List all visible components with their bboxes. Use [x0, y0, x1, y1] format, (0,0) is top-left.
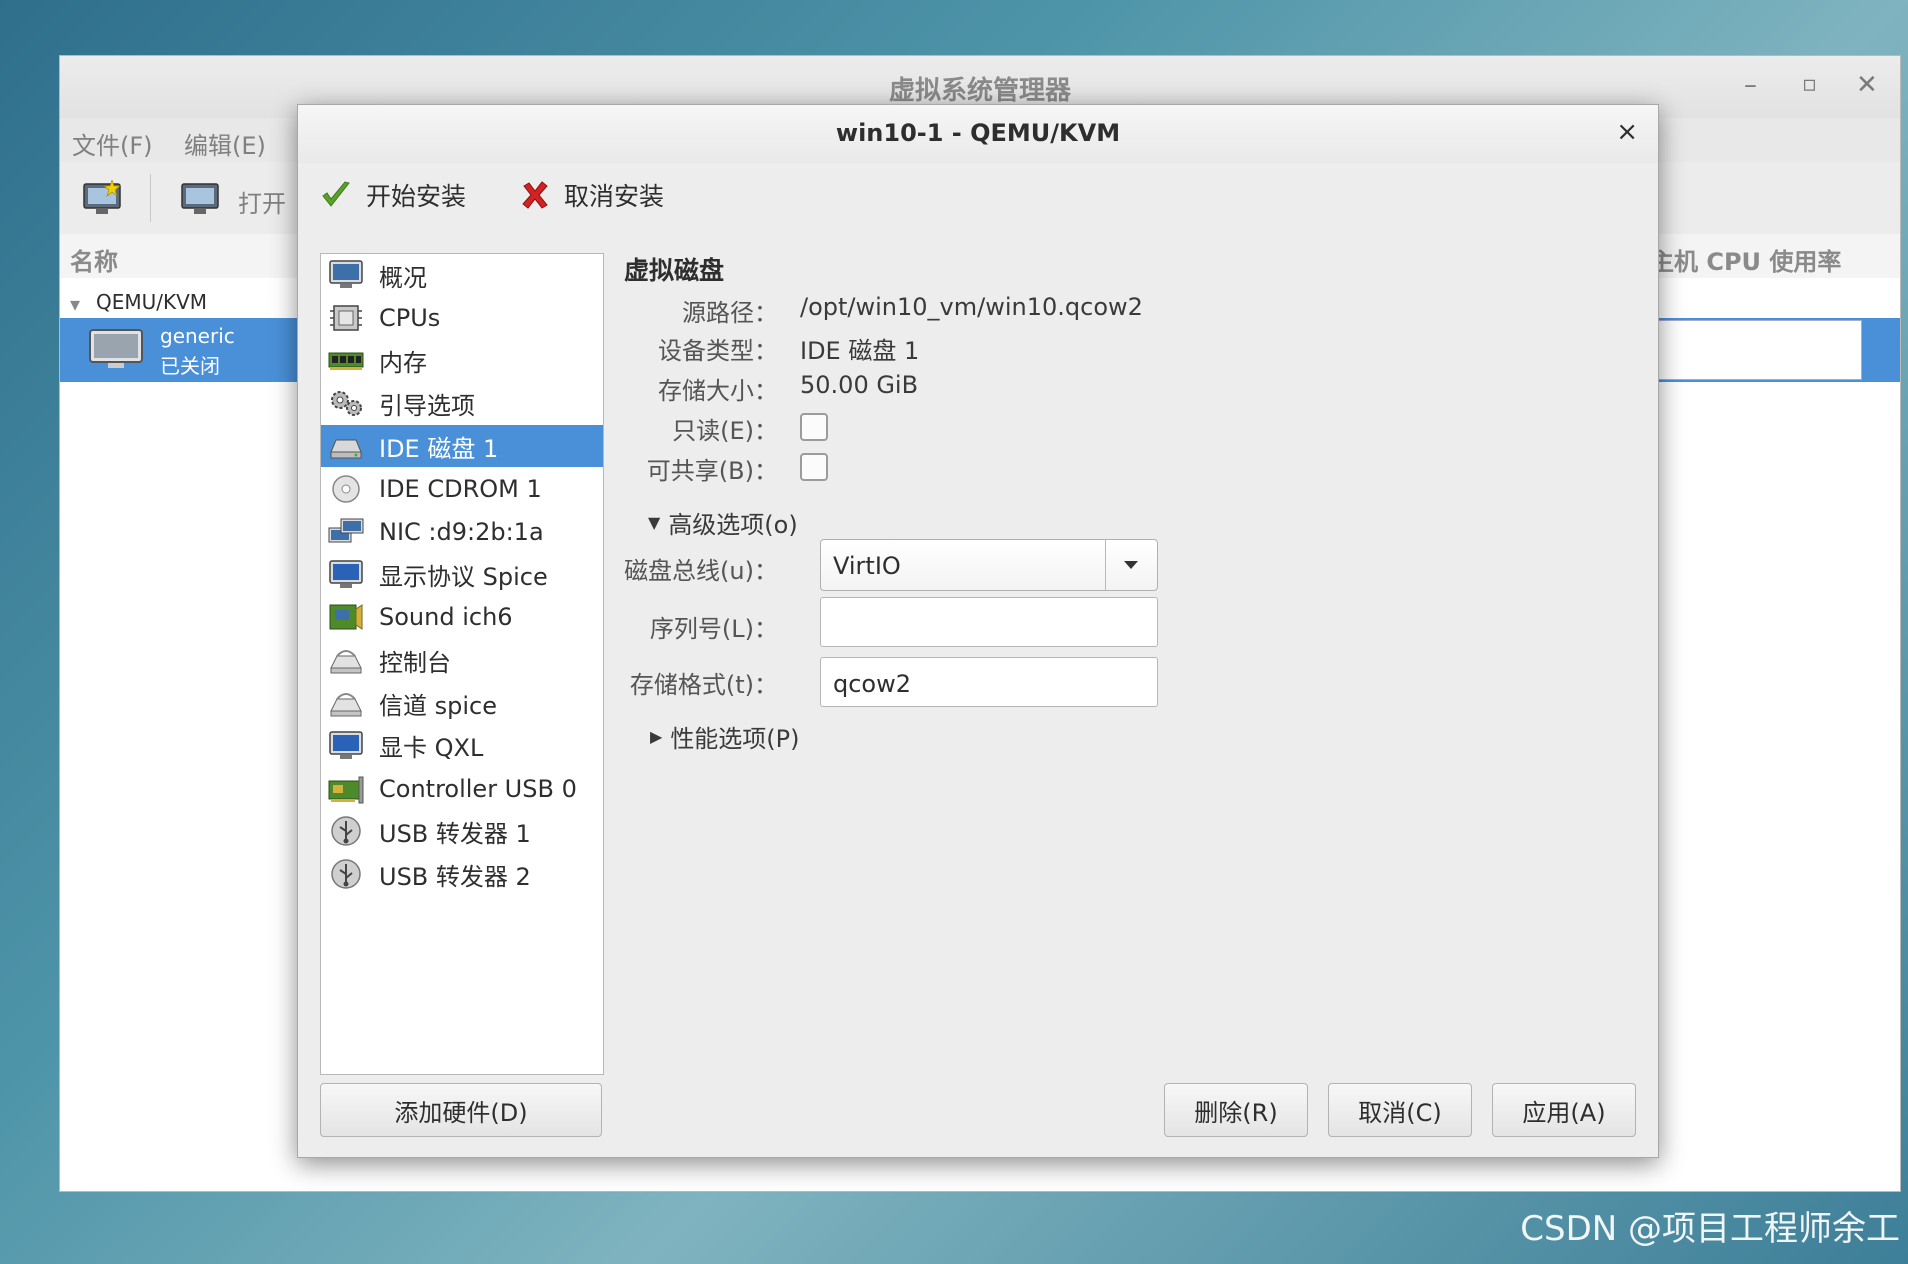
watermark: CSDN @项目工程师余工 — [1520, 1209, 1900, 1249]
cancel-x-icon — [522, 181, 548, 209]
readonly-checkbox[interactable] — [800, 413, 828, 441]
cancel-button[interactable]: 取消(C) — [1328, 1083, 1472, 1137]
hardware-item-label: NIC :d9:2b:1a — [379, 517, 544, 546]
connection-group[interactable]: QEMU/KVM — [96, 290, 207, 314]
storage-format-input[interactable]: qcow2 — [820, 657, 1158, 707]
hardware-item-label: 信道 spice — [379, 691, 497, 720]
hardware-item-label: Sound ich6 — [379, 603, 513, 632]
collapsed-arrow-icon: ▶ — [650, 727, 663, 746]
performance-options-label: 性能选项(P) — [670, 725, 800, 753]
sound-icon — [327, 601, 365, 633]
hardware-item[interactable]: USB 转发器 2 — [321, 853, 603, 895]
column-name[interactable]: 名称 — [70, 242, 118, 277]
vm-name: generic — [160, 324, 235, 348]
group-expander-icon[interactable]: ▾ — [70, 292, 80, 316]
hardware-item-label: USB 转发器 1 — [379, 819, 531, 848]
toolbar-separator — [150, 174, 151, 222]
vm-state: 已关闭 — [160, 354, 220, 378]
readonly-label: 只读(E)： — [672, 417, 778, 445]
disk-bus-combo[interactable]: VirtIO — [820, 539, 1158, 591]
new-vm-icon[interactable] — [82, 180, 124, 218]
serial-label: 序列号(L)： — [649, 615, 778, 643]
device-type-label: 设备类型： — [658, 337, 778, 365]
disk-icon — [327, 430, 365, 462]
source-path-label: 源路径： — [682, 299, 778, 327]
video-card-icon — [327, 730, 365, 762]
cpu-icon — [327, 302, 365, 334]
usb-redirector-icon — [327, 815, 365, 847]
vm-monitor-icon — [89, 329, 143, 368]
chevron-down-icon — [1124, 561, 1138, 569]
cancel-install-button[interactable]: 取消安装 — [520, 175, 664, 215]
apply-button[interactable]: 应用(A) — [1492, 1083, 1636, 1137]
dialog-title: win10-1 - QEMU/KVM — [835, 119, 1121, 147]
add-hardware-button[interactable]: 添加硬件(D) — [320, 1083, 602, 1137]
hardware-item[interactable]: USB 转发器 1 — [321, 810, 603, 852]
hardware-item-label: 显示协议 Spice — [379, 563, 548, 592]
begin-install-button[interactable]: 开始安装 — [320, 175, 466, 215]
display-icon — [327, 559, 365, 591]
combo-divider — [1105, 540, 1106, 590]
maximize-button[interactable]: ▫ — [1802, 72, 1817, 97]
hardware-item[interactable]: Controller USB 0 — [321, 768, 603, 810]
hardware-item-label: IDE CDROM 1 — [379, 475, 542, 503]
hardware-item-label: 显卡 QXL — [379, 734, 484, 763]
serial-input[interactable] — [820, 597, 1158, 647]
console-icon — [327, 644, 365, 676]
begin-install-label: 开始安装 — [366, 182, 467, 211]
hardware-item-label: 内存 — [379, 349, 427, 378]
hardware-item-label: USB 转发器 2 — [379, 862, 531, 891]
usb-redirector-icon — [327, 858, 365, 890]
storage-format-label: 存储格式(t)： — [629, 671, 778, 699]
hardware-item-label: 控制台 — [379, 648, 451, 677]
disk-bus-label: 磁盘总线(u)： — [624, 557, 778, 585]
minimize-button[interactable]: – — [1744, 70, 1757, 100]
advanced-options-label: 高级选项(o) — [668, 511, 798, 539]
memory-icon — [327, 345, 365, 377]
hardware-item-label: 引导选项 — [379, 391, 475, 420]
vm-details-dialog: win10-1 - QEMU/KVM × 开始安装 取消安装 概况 CPUs 内存引… — [297, 104, 1659, 1158]
expanded-arrow-icon: ▼ — [648, 513, 661, 532]
controller-icon — [327, 773, 365, 805]
dialog-titlebar: win10-1 - QEMU/KVM × — [298, 105, 1658, 164]
performance-options-expander[interactable]: ▶ 性能选项(P) — [650, 719, 800, 754]
hardware-item[interactable]: 显卡 QXL — [321, 725, 603, 767]
hardware-item-label: IDE 磁盘 1 — [379, 434, 499, 463]
checkmark-icon — [322, 181, 350, 207]
menu-edit[interactable]: 编辑(E) — [184, 126, 266, 161]
boot-options-icon — [327, 387, 365, 419]
source-path-value: /opt/win10_vm/win10.qcow2 — [800, 293, 1143, 321]
disk-bus-value: VirtIO — [833, 552, 901, 580]
cdrom-icon — [327, 473, 365, 505]
menu-file[interactable]: 文件(F) — [72, 126, 153, 161]
cancel-install-label: 取消安装 — [564, 182, 665, 211]
network-icon — [327, 516, 365, 548]
open-vm-icon[interactable] — [180, 182, 220, 218]
close-button[interactable]: ✕ — [1856, 70, 1878, 100]
shareable-checkbox[interactable] — [800, 453, 828, 481]
hardware-item[interactable]: 概况 — [321, 254, 603, 296]
hardware-item[interactable]: NIC :d9:2b:1a — [321, 511, 603, 553]
main-window-title: 虚拟系统管理器 — [888, 76, 1071, 106]
storage-size-value: 50.00 GiB — [800, 371, 919, 399]
remove-button[interactable]: 删除(R) — [1164, 1083, 1308, 1137]
column-cpu-usage[interactable]: 主机 CPU 使用率 — [1650, 242, 1841, 277]
hardware-item-label: 概况 — [379, 263, 427, 292]
section-title: 虚拟磁盘 — [624, 256, 725, 285]
hardware-item-label: CPUs — [379, 303, 441, 332]
device-type-value: IDE 磁盘 1 — [800, 337, 920, 365]
shareable-label: 可共享(B)： — [646, 457, 778, 485]
channel-icon — [327, 687, 365, 719]
overview-icon — [327, 259, 365, 291]
hardware-item-label: Controller USB 0 — [379, 774, 577, 803]
dialog-toolbar: 开始安装 取消安装 — [298, 163, 1658, 227]
cpu-usage-graph — [1652, 320, 1862, 380]
toolbar-open-label[interactable]: 打开 — [238, 184, 286, 219]
advanced-options-expander[interactable]: ▼ 高级选项(o) — [648, 505, 798, 540]
dialog-close-button[interactable]: × — [1616, 117, 1638, 147]
storage-size-label: 存储大小： — [658, 377, 778, 405]
